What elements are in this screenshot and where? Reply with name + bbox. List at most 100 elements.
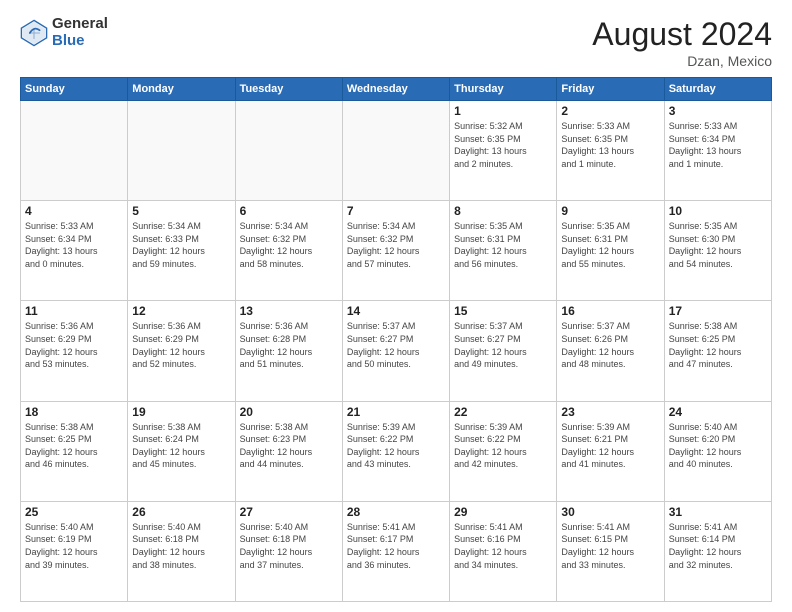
col-monday: Monday bbox=[128, 78, 235, 101]
day-number: 1 bbox=[454, 104, 552, 118]
table-row: 30 Sunrise: 5:41 AM Sunset: 6:15 PM Dayli… bbox=[557, 501, 664, 601]
logo-icon bbox=[20, 19, 48, 47]
month-year: August 2024 bbox=[592, 16, 772, 53]
table-row bbox=[235, 101, 342, 201]
table-row: 13 Sunrise: 5:36 AM Sunset: 6:28 PM Dayli… bbox=[235, 301, 342, 401]
day-info: Sunrise: 5:36 AM Sunset: 6:29 PM Dayligh… bbox=[132, 320, 230, 370]
col-wednesday: Wednesday bbox=[342, 78, 449, 101]
day-info: Sunrise: 5:40 AM Sunset: 6:19 PM Dayligh… bbox=[25, 521, 123, 571]
day-number: 27 bbox=[240, 505, 338, 519]
calendar-header-row: Sunday Monday Tuesday Wednesday Thursday… bbox=[21, 78, 772, 101]
day-info: Sunrise: 5:33 AM Sunset: 6:35 PM Dayligh… bbox=[561, 120, 659, 170]
day-info: Sunrise: 5:35 AM Sunset: 6:30 PM Dayligh… bbox=[669, 220, 767, 270]
day-info: Sunrise: 5:40 AM Sunset: 6:18 PM Dayligh… bbox=[240, 521, 338, 571]
table-row: 16 Sunrise: 5:37 AM Sunset: 6:26 PM Dayli… bbox=[557, 301, 664, 401]
day-info: Sunrise: 5:33 AM Sunset: 6:34 PM Dayligh… bbox=[25, 220, 123, 270]
col-thursday: Thursday bbox=[450, 78, 557, 101]
table-row bbox=[128, 101, 235, 201]
day-info: Sunrise: 5:41 AM Sunset: 6:17 PM Dayligh… bbox=[347, 521, 445, 571]
col-tuesday: Tuesday bbox=[235, 78, 342, 101]
title-block: August 2024 Dzan, Mexico bbox=[592, 16, 772, 69]
day-number: 10 bbox=[669, 204, 767, 218]
day-info: Sunrise: 5:39 AM Sunset: 6:21 PM Dayligh… bbox=[561, 421, 659, 471]
day-number: 26 bbox=[132, 505, 230, 519]
table-row: 15 Sunrise: 5:37 AM Sunset: 6:27 PM Dayli… bbox=[450, 301, 557, 401]
table-row: 14 Sunrise: 5:37 AM Sunset: 6:27 PM Dayli… bbox=[342, 301, 449, 401]
day-info: Sunrise: 5:38 AM Sunset: 6:23 PM Dayligh… bbox=[240, 421, 338, 471]
table-row: 12 Sunrise: 5:36 AM Sunset: 6:29 PM Dayli… bbox=[128, 301, 235, 401]
day-number: 13 bbox=[240, 304, 338, 318]
table-row: 17 Sunrise: 5:38 AM Sunset: 6:25 PM Dayli… bbox=[664, 301, 771, 401]
table-row: 18Sunrise: 5:38 AM Sunset: 6:25 PM Dayli… bbox=[21, 401, 128, 501]
day-info: Sunrise: 5:37 AM Sunset: 6:26 PM Dayligh… bbox=[561, 320, 659, 370]
day-number: 12 bbox=[132, 304, 230, 318]
day-number: 15 bbox=[454, 304, 552, 318]
day-number: 24 bbox=[669, 405, 767, 419]
page: General Blue August 2024 Dzan, Mexico Su… bbox=[0, 0, 792, 612]
table-row bbox=[342, 101, 449, 201]
day-number: 7 bbox=[347, 204, 445, 218]
day-info: Sunrise: 5:37 AM Sunset: 6:27 PM Dayligh… bbox=[454, 320, 552, 370]
day-info: Sunrise: 5:38 AM Sunset: 6:25 PM Dayligh… bbox=[25, 421, 123, 471]
table-row: 31Sunrise: 5:41 AM Sunset: 6:14 PM Dayli… bbox=[664, 501, 771, 601]
calendar-week-row: 25 Sunrise: 5:40 AM Sunset: 6:19 PM Dayli… bbox=[21, 501, 772, 601]
day-number: 2 bbox=[561, 104, 659, 118]
col-friday: Friday bbox=[557, 78, 664, 101]
day-info: Sunrise: 5:40 AM Sunset: 6:18 PM Dayligh… bbox=[132, 521, 230, 571]
day-number: 29 bbox=[454, 505, 552, 519]
day-info: Sunrise: 5:41 AM Sunset: 6:16 PM Dayligh… bbox=[454, 521, 552, 571]
calendar-week-row: 4 Sunrise: 5:33 AM Sunset: 6:34 PM Daylig… bbox=[21, 201, 772, 301]
table-row: 9Sunrise: 5:35 AM Sunset: 6:31 PM Daylig… bbox=[557, 201, 664, 301]
table-row: 11Sunrise: 5:36 AM Sunset: 6:29 PM Dayli… bbox=[21, 301, 128, 401]
table-row: 7 Sunrise: 5:34 AM Sunset: 6:32 PM Daylig… bbox=[342, 201, 449, 301]
table-row: 29 Sunrise: 5:41 AM Sunset: 6:16 PM Dayli… bbox=[450, 501, 557, 601]
day-number: 6 bbox=[240, 204, 338, 218]
day-info: Sunrise: 5:37 AM Sunset: 6:27 PM Dayligh… bbox=[347, 320, 445, 370]
table-row: 28 Sunrise: 5:41 AM Sunset: 6:17 PM Dayli… bbox=[342, 501, 449, 601]
day-number: 21 bbox=[347, 405, 445, 419]
day-number: 16 bbox=[561, 304, 659, 318]
table-row: 4 Sunrise: 5:33 AM Sunset: 6:34 PM Daylig… bbox=[21, 201, 128, 301]
day-info: Sunrise: 5:39 AM Sunset: 6:22 PM Dayligh… bbox=[454, 421, 552, 471]
table-row bbox=[21, 101, 128, 201]
day-number: 23 bbox=[561, 405, 659, 419]
day-info: Sunrise: 5:39 AM Sunset: 6:22 PM Dayligh… bbox=[347, 421, 445, 471]
table-row: 2 Sunrise: 5:33 AM Sunset: 6:35 PM Daylig… bbox=[557, 101, 664, 201]
table-row: 25 Sunrise: 5:40 AM Sunset: 6:19 PM Dayli… bbox=[21, 501, 128, 601]
calendar-week-row: 1 Sunrise: 5:32 AM Sunset: 6:35 PM Daylig… bbox=[21, 101, 772, 201]
day-info: Sunrise: 5:34 AM Sunset: 6:32 PM Dayligh… bbox=[347, 220, 445, 270]
table-row: 3Sunrise: 5:33 AM Sunset: 6:34 PM Daylig… bbox=[664, 101, 771, 201]
day-number: 17 bbox=[669, 304, 767, 318]
logo-general-text: General bbox=[52, 16, 108, 33]
day-info: Sunrise: 5:33 AM Sunset: 6:34 PM Dayligh… bbox=[669, 120, 767, 170]
col-saturday: Saturday bbox=[664, 78, 771, 101]
table-row: 6 Sunrise: 5:34 AM Sunset: 6:32 PM Daylig… bbox=[235, 201, 342, 301]
day-info: Sunrise: 5:35 AM Sunset: 6:31 PM Dayligh… bbox=[561, 220, 659, 270]
table-row: 10 Sunrise: 5:35 AM Sunset: 6:30 PM Dayli… bbox=[664, 201, 771, 301]
day-number: 30 bbox=[561, 505, 659, 519]
logo-blue-text: Blue bbox=[52, 33, 108, 50]
table-row: 26 Sunrise: 5:40 AM Sunset: 6:18 PM Dayli… bbox=[128, 501, 235, 601]
day-info: Sunrise: 5:36 AM Sunset: 6:29 PM Dayligh… bbox=[25, 320, 123, 370]
day-info: Sunrise: 5:38 AM Sunset: 6:25 PM Dayligh… bbox=[669, 320, 767, 370]
day-info: Sunrise: 5:34 AM Sunset: 6:32 PM Dayligh… bbox=[240, 220, 338, 270]
day-info: Sunrise: 5:32 AM Sunset: 6:35 PM Dayligh… bbox=[454, 120, 552, 170]
day-number: 4 bbox=[25, 204, 123, 218]
table-row: 24 Sunrise: 5:40 AM Sunset: 6:20 PM Dayli… bbox=[664, 401, 771, 501]
table-row: 27 Sunrise: 5:40 AM Sunset: 6:18 PM Dayli… bbox=[235, 501, 342, 601]
day-info: Sunrise: 5:40 AM Sunset: 6:20 PM Dayligh… bbox=[669, 421, 767, 471]
table-row: 8Sunrise: 5:35 AM Sunset: 6:31 PM Daylig… bbox=[450, 201, 557, 301]
logo: General Blue bbox=[20, 16, 108, 49]
table-row: 22Sunrise: 5:39 AM Sunset: 6:22 PM Dayli… bbox=[450, 401, 557, 501]
day-number: 5 bbox=[132, 204, 230, 218]
day-number: 25 bbox=[25, 505, 123, 519]
day-number: 28 bbox=[347, 505, 445, 519]
table-row: 21 Sunrise: 5:39 AM Sunset: 6:22 PM Dayli… bbox=[342, 401, 449, 501]
table-row: 5Sunrise: 5:34 AM Sunset: 6:33 PM Daylig… bbox=[128, 201, 235, 301]
day-number: 19 bbox=[132, 405, 230, 419]
day-number: 20 bbox=[240, 405, 338, 419]
logo-text: General Blue bbox=[52, 16, 108, 49]
day-info: Sunrise: 5:36 AM Sunset: 6:28 PM Dayligh… bbox=[240, 320, 338, 370]
day-info: Sunrise: 5:41 AM Sunset: 6:15 PM Dayligh… bbox=[561, 521, 659, 571]
day-number: 14 bbox=[347, 304, 445, 318]
